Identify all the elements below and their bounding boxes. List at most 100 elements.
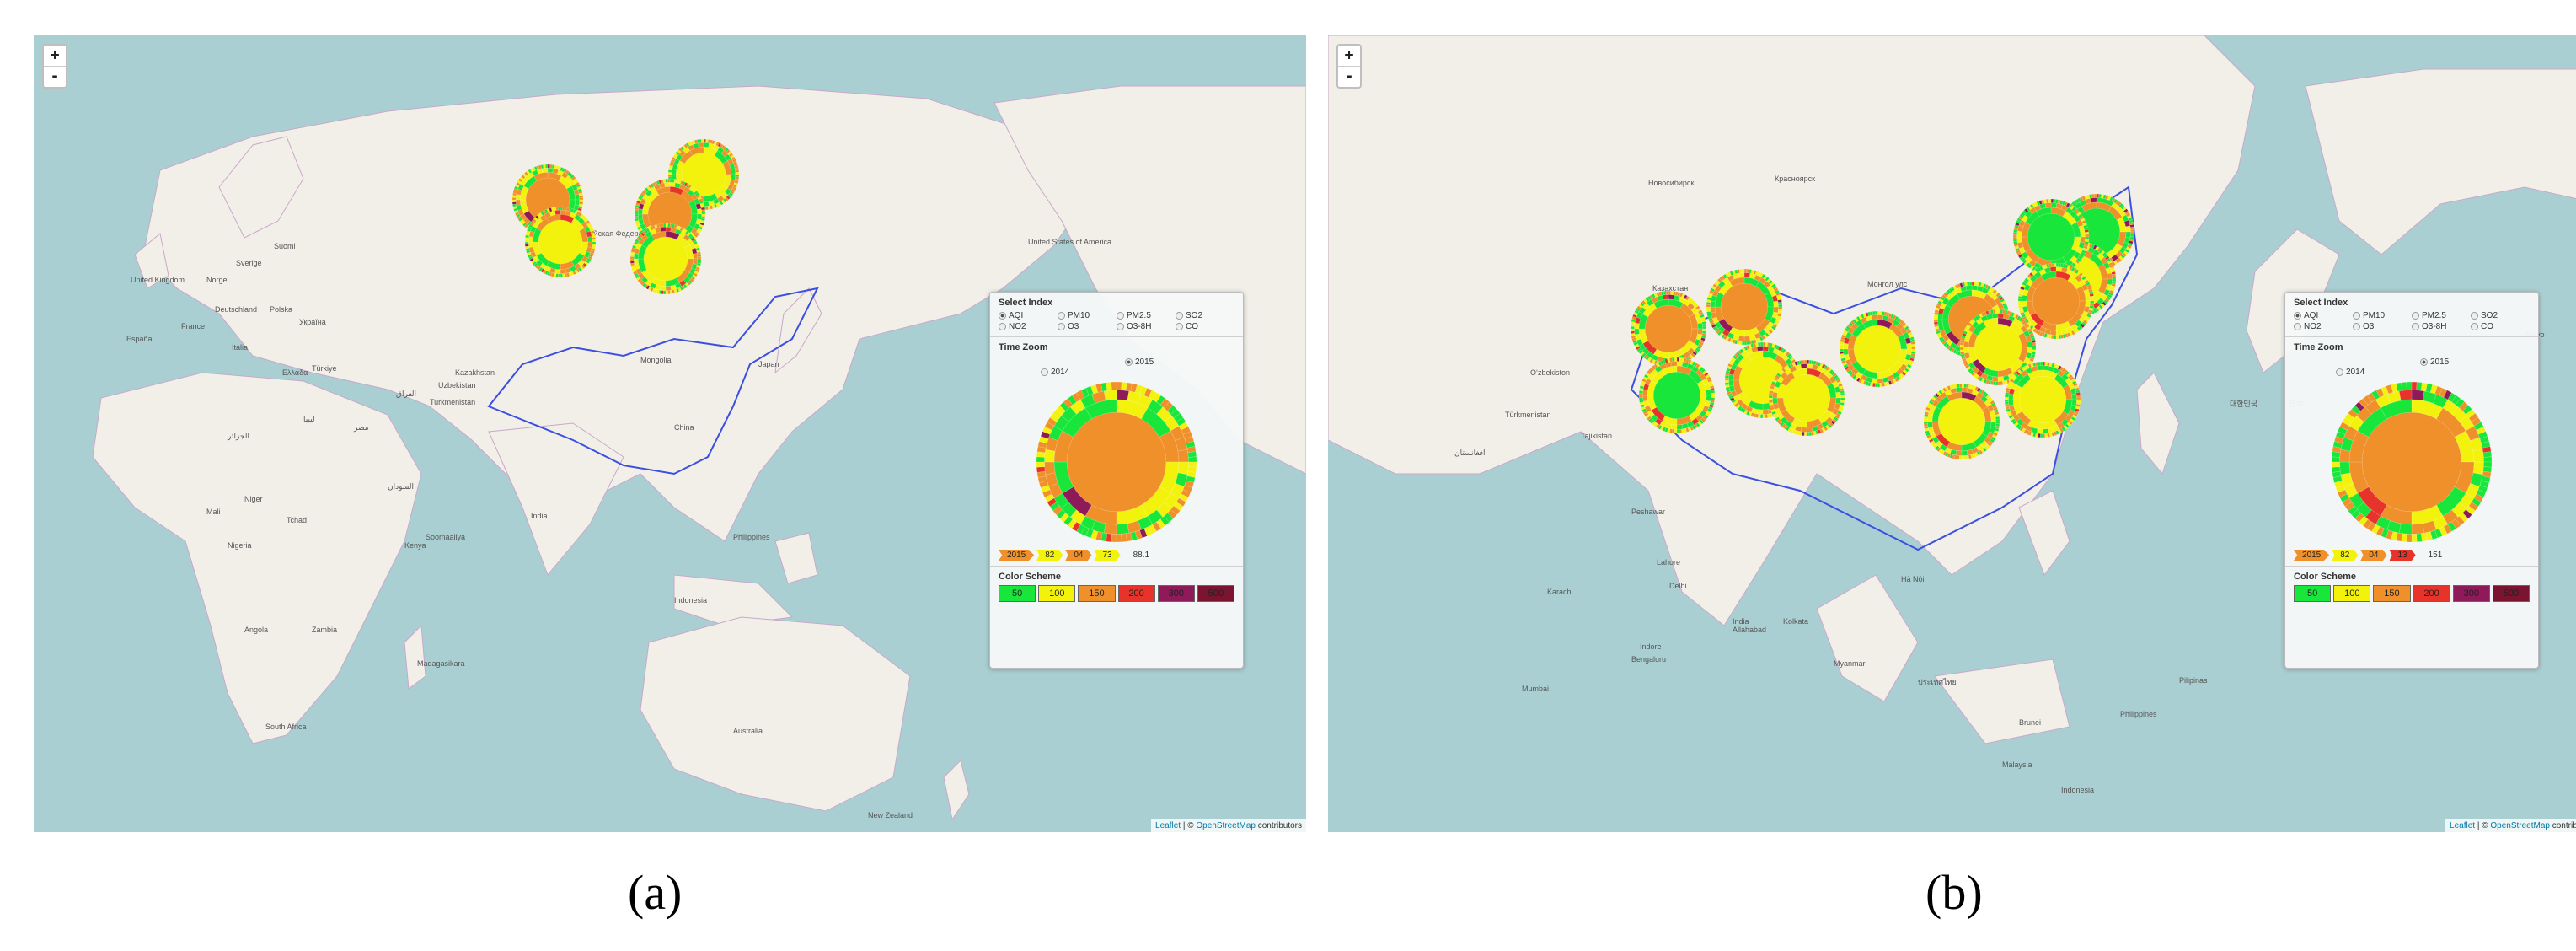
sunburst-core <box>1854 325 1901 373</box>
year-radio[interactable]: 2014 <box>2336 368 2364 377</box>
index-radio-label: NO2 <box>1009 322 1026 331</box>
index-radio-label: AQI <box>2304 311 2319 320</box>
sunburst-segment <box>2331 456 2340 463</box>
sunburst-segment <box>1188 456 1197 463</box>
radio-dot-icon <box>2471 312 2478 320</box>
year-radio[interactable]: 2014 <box>1041 368 1069 377</box>
sunburst-segment <box>2411 390 2425 401</box>
map-b[interactable]: + - Красноярск Новосибирск Казахстан Монгол… <box>1328 35 2576 832</box>
city-aqi-glyph <box>1630 290 1707 368</box>
index-radio[interactable]: O3 <box>2353 322 2412 331</box>
sunburst-segment <box>1997 313 2005 319</box>
control-panel-b: Select Index AQI PM10 PM2.5 SO2 NO2 O3 O3-8H CO… <box>2284 292 2539 669</box>
sunburst-segment <box>697 213 703 220</box>
sunburst-segment <box>1911 346 1916 350</box>
breadcrumb-step: 04 <box>1065 550 1092 561</box>
osm-link[interactable]: OpenStreetMap <box>2490 821 2550 830</box>
index-radio[interactable]: PM2.5 <box>1117 311 1176 320</box>
sunburst-core <box>2027 213 2075 261</box>
sunburst-segment <box>1116 534 1122 543</box>
sunburst-segment <box>1738 272 1745 278</box>
sunburst-segment <box>1777 301 1783 305</box>
map-a[interactable]: + - Российская Федерация Kazakhstan Uzbeki… <box>34 35 1306 832</box>
sunburst-segment <box>1933 321 1939 325</box>
sunburst-segment <box>2039 361 2043 366</box>
sunburst-segment <box>2112 276 2117 280</box>
index-radio[interactable]: PM10 <box>1058 311 1117 320</box>
sunburst-segment <box>660 286 667 292</box>
index-radio[interactable]: AQI <box>2294 311 2353 320</box>
index-radio[interactable]: O3-8H <box>2412 322 2471 331</box>
sunburst-segment <box>2398 523 2413 535</box>
sunburst-segment <box>1803 359 1807 364</box>
sunburst-segment <box>2050 262 2054 268</box>
index-radio[interactable]: PM10 <box>2353 311 2412 320</box>
sunburst-segment <box>1800 427 1807 433</box>
scheme-swatch: 500 <box>2492 585 2530 602</box>
sunburst-segment <box>1906 342 1912 350</box>
sunburst-segment <box>554 269 561 275</box>
sunburst-segment <box>1995 309 1999 314</box>
index-radio[interactable]: SO2 <box>2471 311 2530 320</box>
index-radio[interactable]: PM2.5 <box>2412 311 2471 320</box>
sunburst-segment <box>671 169 677 175</box>
sunburst-segment <box>1710 306 1716 314</box>
index-radio-label: O3-8H <box>2422 322 2447 331</box>
sunburst-segment <box>1676 424 1684 430</box>
index-radio-label: PM10 <box>1068 311 1090 320</box>
osm-link[interactable]: OpenStreetMap <box>1196 821 1256 830</box>
sunburst-segment <box>1044 449 1056 463</box>
leaflet-link[interactable]: Leaflet <box>1155 821 1181 830</box>
scheme-title: Color Scheme <box>2294 572 2356 582</box>
index-radio[interactable]: CO <box>2471 322 2530 331</box>
sunburst-segment <box>660 226 667 232</box>
radio-dot-icon <box>1117 323 1124 330</box>
index-radio[interactable]: NO2 <box>999 322 1058 331</box>
sunburst-segment <box>661 223 664 228</box>
index-radio[interactable]: CO <box>1176 322 1234 331</box>
sunburst-segment <box>665 226 672 232</box>
scheme-swatch: 300 <box>2452 585 2490 602</box>
sunburst-segment <box>2091 193 2095 199</box>
year-radio[interactable]: 2015 <box>2420 357 2449 367</box>
sunburst-segment <box>1706 395 1711 402</box>
sunburst-segment <box>1738 336 1745 341</box>
time-title: Time Zoom <box>999 342 1048 352</box>
radio-dot-icon <box>2412 312 2419 320</box>
sunburst-chart[interactable] <box>2327 378 2496 546</box>
scheme-swatch: 300 <box>1157 585 1195 602</box>
sunburst-segment <box>560 269 566 275</box>
sunburst-segment <box>1662 294 1669 300</box>
sunburst-segment <box>1956 383 1960 389</box>
radio-dot-icon <box>999 312 1006 320</box>
index-radio[interactable]: O3 <box>1058 322 1117 331</box>
sunburst-core <box>1938 398 1985 445</box>
index-radio[interactable]: AQI <box>999 311 1058 320</box>
sunburst-segment <box>2076 396 2081 400</box>
sunburst-segment <box>2000 380 2004 386</box>
sunburst-segment <box>543 164 546 169</box>
sunburst-segment <box>2044 433 2048 438</box>
sunburst-segment <box>2085 234 2090 238</box>
year-radio-label: 2014 <box>2346 368 2365 377</box>
sunburst-segment <box>1177 461 1189 476</box>
year-radio[interactable]: 2015 <box>1125 357 1154 367</box>
index-radio[interactable]: NO2 <box>2294 322 2353 331</box>
sunburst-segment <box>1676 361 1684 367</box>
sunburst-segment <box>1177 449 1189 463</box>
sunburst-segment <box>1743 341 1748 346</box>
leaflet-link[interactable]: Leaflet <box>2450 821 2475 830</box>
index-radio[interactable]: SO2 <box>1176 311 1234 320</box>
sunburst-segment <box>2089 295 2095 299</box>
sunburst-segment <box>2036 365 2043 371</box>
sunburst-segment <box>1773 300 1779 308</box>
radio-dot-icon <box>1058 323 1065 330</box>
sunburst-segment <box>2016 236 2022 244</box>
sunburst-core <box>1721 283 1768 330</box>
sunburst-chart[interactable] <box>1032 378 1201 546</box>
index-radio-label: AQI <box>1009 311 1024 320</box>
sunburst-segment <box>1806 427 1813 433</box>
index-radio[interactable]: O3-8H <box>1117 322 1176 331</box>
index-radios: AQI PM10 PM2.5 SO2 NO2 O3 O3-8H CO <box>2294 311 2530 331</box>
sunburst-segment <box>693 253 699 260</box>
